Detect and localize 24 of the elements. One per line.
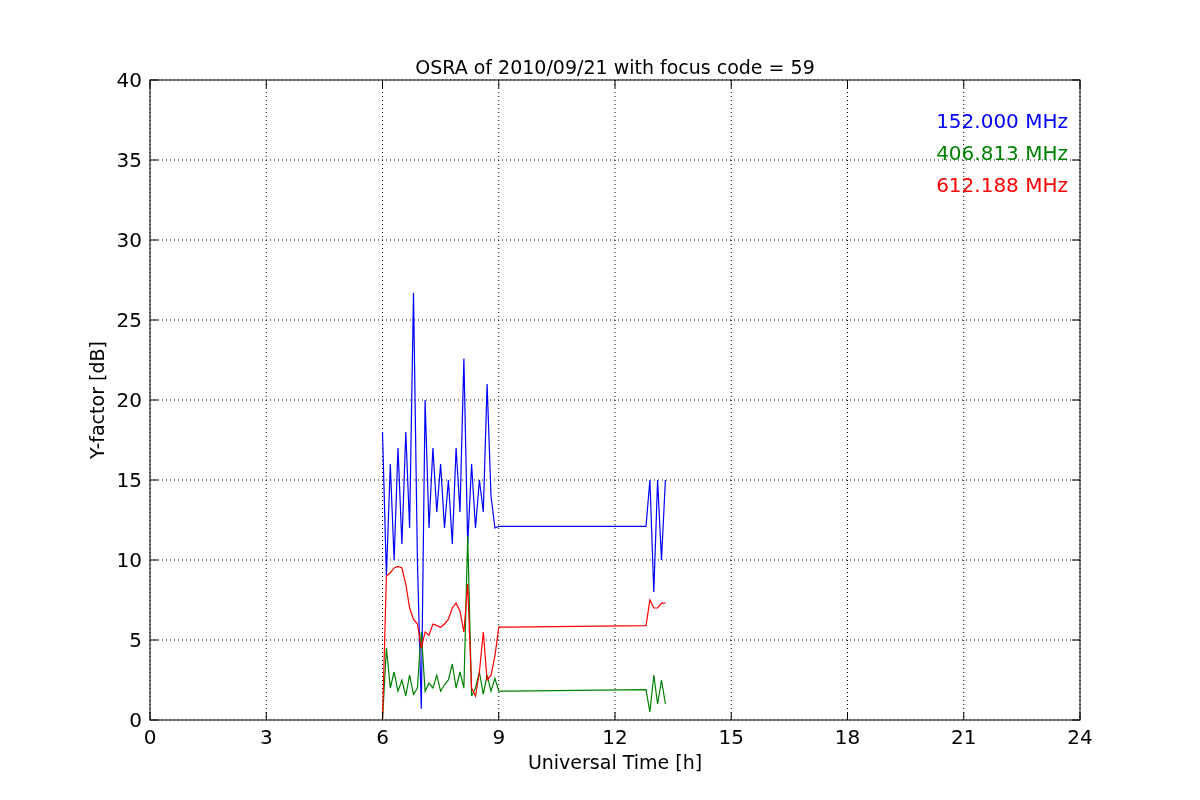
- x-tick-label: 15: [718, 725, 744, 749]
- x-tick-label: 0: [143, 725, 157, 749]
- y-axis-label: Y-factor [dB]: [86, 341, 108, 459]
- legend-label: 152.000 MHz: [936, 109, 1068, 133]
- chart-title: OSRA of 2010/09/21 with focus code = 59: [415, 56, 815, 78]
- x-tick-label: 3: [259, 725, 273, 749]
- y-tick-label: 20: [116, 388, 142, 412]
- x-tick-label: 6: [376, 725, 389, 749]
- y-tick-label: 10: [116, 548, 142, 572]
- y-tick-label: 35: [116, 148, 142, 172]
- x-tick-label: 12: [602, 725, 628, 749]
- x-tick-label: 18: [834, 725, 861, 749]
- x-axis-label: Universal Time [h]: [527, 751, 703, 773]
- y-tick-label: 0: [129, 708, 142, 732]
- y-tick-label: 40: [116, 68, 142, 92]
- y-tick-label: 15: [116, 468, 142, 492]
- x-tick-label: 24: [1067, 725, 1093, 749]
- legend-label: 612.188 MHz: [936, 173, 1068, 197]
- legend-label: 406.813 MHz: [936, 141, 1068, 165]
- y-tick-label: 30: [116, 228, 142, 252]
- y-tick-label: 25: [116, 308, 142, 332]
- x-tick-label: 9: [492, 725, 506, 749]
- y-tick-label: 5: [129, 628, 142, 652]
- x-tick-label: 21: [951, 725, 977, 749]
